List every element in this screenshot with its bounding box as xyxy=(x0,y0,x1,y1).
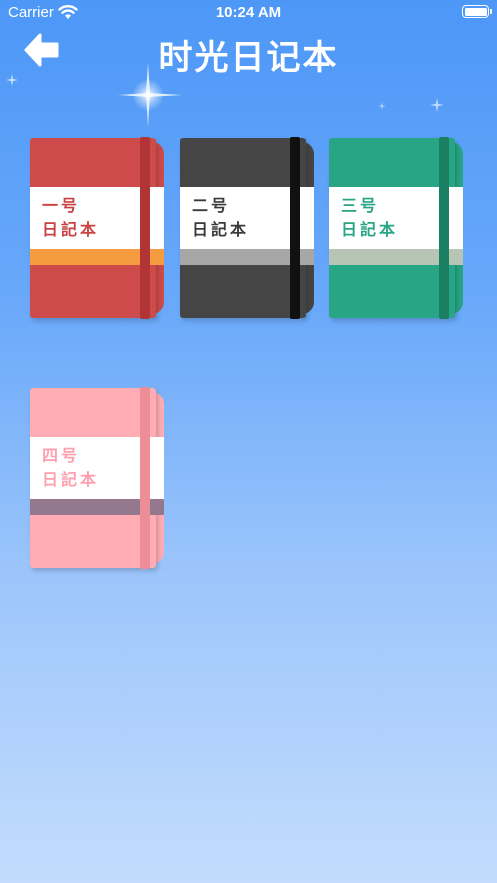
notebook-title-line2: 日記本 xyxy=(42,470,100,489)
notebook-title-line2: 日記本 xyxy=(341,220,399,239)
notebook-title-line2: 日記本 xyxy=(42,220,100,239)
notebook-1[interactable]: 一号 日記本 xyxy=(30,137,166,320)
notebook-band xyxy=(140,137,150,319)
notebook-band xyxy=(439,137,449,319)
notebook-title: 一号 日記本 xyxy=(42,194,99,242)
status-bar: Carrier 10:24 AM xyxy=(0,0,497,26)
notebook-2[interactable]: 二号 日記本 xyxy=(180,137,316,320)
sparkle-decoration xyxy=(430,98,444,112)
notebook-title-line1: 四号 xyxy=(42,446,81,465)
notebook-title-line1: 二号 xyxy=(192,196,231,215)
page-title: 时光日记本 xyxy=(158,38,339,78)
status-time: 10:24 AM xyxy=(215,4,282,21)
notebook-band xyxy=(140,387,150,569)
battery-icon xyxy=(462,5,492,18)
notebook-4[interactable]: 四号 日記本 xyxy=(30,387,166,570)
notebook-band xyxy=(290,137,300,319)
sparkle-decoration xyxy=(378,102,386,110)
notebook-title: 四号 日記本 xyxy=(42,444,99,492)
notebook-3[interactable]: 三号 日記本 xyxy=(329,137,465,320)
notebook-title-line1: 一号 xyxy=(42,196,81,215)
notebook-title-line1: 三号 xyxy=(341,196,380,215)
notebook-title-line2: 日記本 xyxy=(192,220,250,239)
notebook-title: 三号 日記本 xyxy=(341,194,398,242)
notebook-title: 二号 日記本 xyxy=(192,194,249,242)
